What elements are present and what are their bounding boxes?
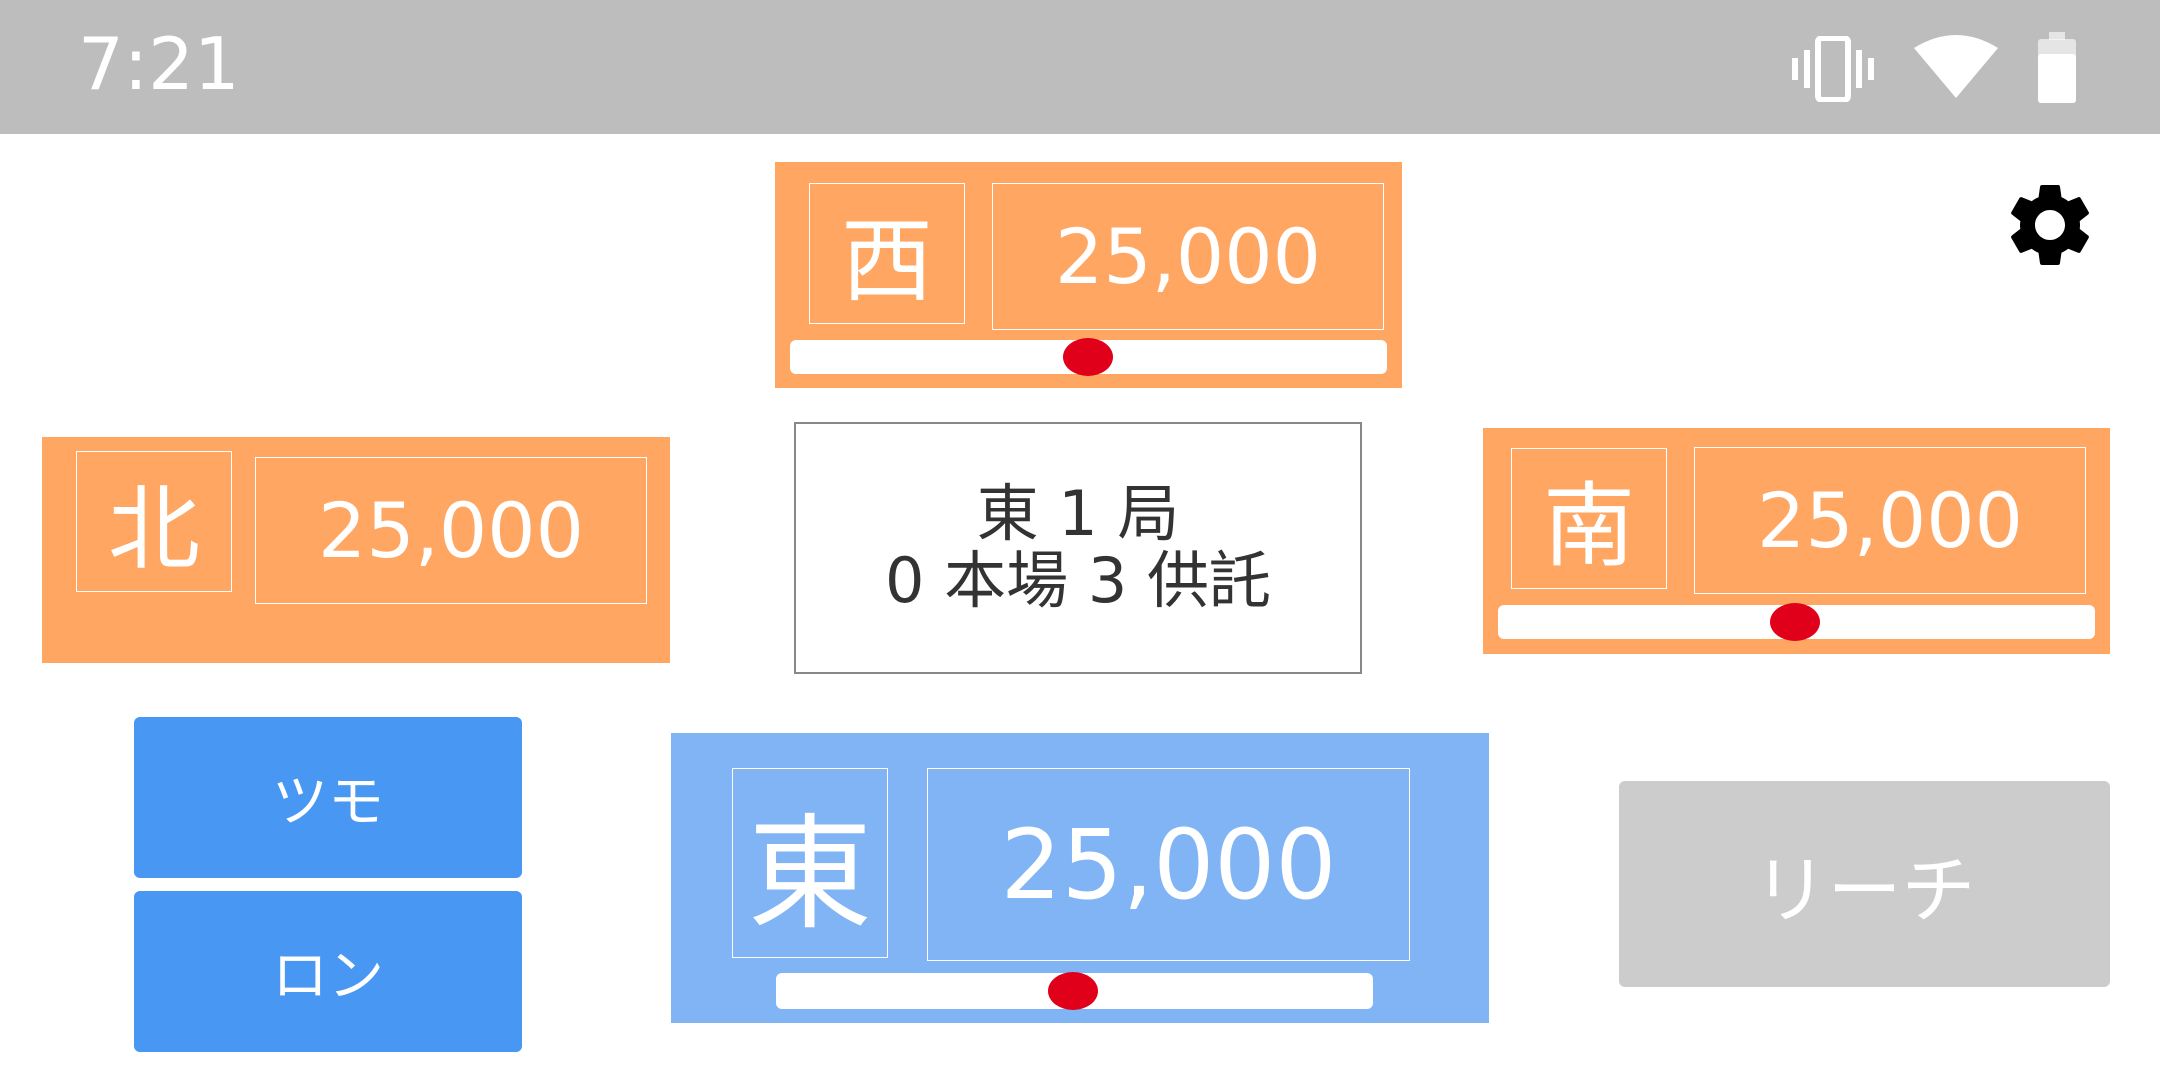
vibrate-icon <box>1792 36 1874 102</box>
slider-track-south[interactable] <box>1498 603 2095 641</box>
wifi-icon <box>1914 35 1998 98</box>
player-panel-west[interactable]: 西 25,000 <box>775 162 1402 388</box>
slider-thumb-east[interactable] <box>1048 972 1098 1010</box>
score-east[interactable]: 25,000 <box>927 768 1410 961</box>
honba-kyotaku-label: 0 本場 3 供託 <box>884 544 1272 617</box>
player-panel-north[interactable]: 北 25,000 <box>42 437 670 663</box>
round-label: 東 1 局 <box>976 477 1180 551</box>
slider-thumb-south[interactable] <box>1770 603 1820 641</box>
score-north[interactable]: 25,000 <box>255 457 647 604</box>
wind-label-south: 南 <box>1511 448 1667 589</box>
tsumo-button[interactable]: ツモ <box>134 717 522 878</box>
player-panel-east[interactable]: 東 25,000 <box>671 733 1489 1023</box>
riichi-button[interactable]: リーチ <box>1619 781 2110 987</box>
wind-label-east: 東 <box>732 768 888 958</box>
round-info: 東 1 局 0 本場 3 供託 <box>794 422 1362 674</box>
battery-icon <box>2038 32 2076 103</box>
status-bar: 7:21 <box>0 0 2160 134</box>
player-panel-south[interactable]: 南 25,000 <box>1483 428 2110 654</box>
score-west[interactable]: 25,000 <box>992 183 1384 330</box>
slider-track-east[interactable] <box>776 972 1373 1010</box>
ron-button[interactable]: ロン <box>134 891 522 1052</box>
wind-label-north: 北 <box>76 451 232 592</box>
slider-thumb-west[interactable] <box>1063 338 1113 376</box>
slider-track-west[interactable] <box>790 338 1387 376</box>
gear-icon[interactable] <box>2000 175 2100 275</box>
wind-label-west: 西 <box>809 183 965 324</box>
status-time: 7:21 <box>78 22 240 106</box>
score-south[interactable]: 25,000 <box>1694 447 2086 594</box>
